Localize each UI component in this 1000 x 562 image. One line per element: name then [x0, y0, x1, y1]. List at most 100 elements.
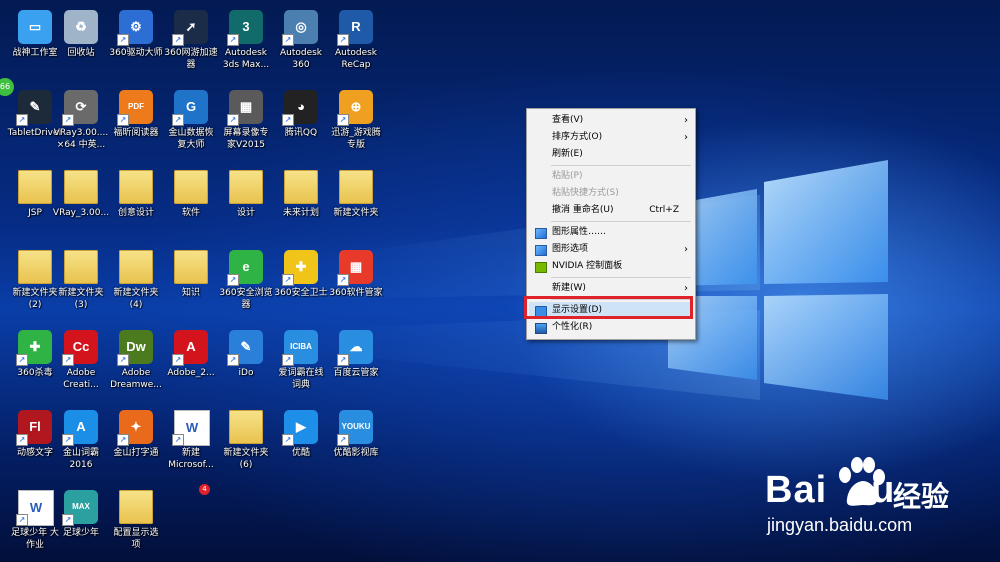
shortcut-arrow-icon: ↗: [117, 354, 129, 366]
folder-icon: [284, 170, 318, 204]
menu-separator: [551, 221, 691, 222]
intel-graphics-icon: [535, 245, 547, 256]
menu-item-label: 查看(V): [552, 115, 584, 125]
shortcut-arrow-icon: ↗: [117, 34, 129, 46]
shortcut-arrow-icon: ↗: [172, 354, 184, 366]
shortcut-arrow-icon: ↗: [62, 434, 74, 446]
nvidia-icon: [535, 262, 547, 273]
menu-item-label: 排序方式(O): [552, 132, 603, 142]
shortcut-arrow-icon: ↗: [227, 274, 239, 286]
recycle-bin-icon: ♻: [64, 10, 98, 44]
shortcut-arrow-icon: ↗: [62, 514, 74, 526]
shortcut-arrow-icon: ↗: [282, 434, 294, 446]
menu-item-paste-shortcut[interactable]: 粘贴快捷方式(S): [529, 185, 693, 202]
shortcut-arrow-icon: ↗: [62, 114, 74, 126]
chevron-right-icon: ›: [684, 244, 688, 255]
watermark-chinese: 经验: [893, 480, 950, 513]
shortcut-arrow-icon: ↗: [227, 354, 239, 366]
watermark-url: jingyan.baidu.com: [767, 515, 913, 535]
shortcut-arrow-icon: ↗: [16, 354, 28, 366]
menu-item-refresh[interactable]: 刷新(E): [529, 146, 693, 163]
desktop-icon[interactable]: 配置显示选 项: [101, 486, 171, 562]
desktop-icon[interactable]: ⊕ ↗ 迅游_游戏腾 专版: [321, 86, 391, 166]
shortcut-arrow-icon: ↗: [337, 274, 349, 286]
shortcut-arrow-icon: ↗: [282, 274, 294, 286]
shortcut-arrow-icon: ↗: [282, 114, 294, 126]
desktop-icon-label: 迅游_游戏腾 专版: [331, 128, 381, 150]
desktop-icon-label: 配置显示选 项: [113, 528, 159, 550]
folder-icon: [174, 170, 208, 204]
folder-icon: [119, 250, 153, 284]
shortcut-arrow-icon: ↗: [172, 34, 184, 46]
folder-icon: [229, 410, 263, 444]
shortcut-arrow-icon: ↗: [117, 114, 129, 126]
menu-item-undo-rename[interactable]: 撤消 重命名(U) Ctrl+Z: [529, 202, 693, 219]
baidu-jingyan-watermark: Bai u 经验 jingyan.baidu.com: [765, 455, 995, 545]
desktop-icon[interactable]: ☁ ↗ 百度云管家: [321, 326, 391, 406]
folder-icon: [64, 170, 98, 204]
chevron-right-icon: ›: [684, 132, 688, 143]
shortcut-arrow-icon: ↗: [227, 34, 239, 46]
desktop-icon[interactable]: R ↗ Autodesk ReCap: [321, 6, 391, 86]
folder-icon: [119, 490, 153, 524]
menu-item-shortcut: Ctrl+Z: [649, 205, 679, 215]
shortcut-arrow-icon: ↗: [62, 354, 74, 366]
shortcut-arrow-icon: ↗: [172, 434, 184, 446]
menu-item-nvidia-control-panel[interactable]: NVIDIA 控制面板: [529, 258, 693, 275]
menu-item-label: 粘贴(P): [552, 171, 583, 181]
shortcut-arrow-icon: ↗: [117, 434, 129, 446]
menu-item-label: 粘贴快捷方式(S): [552, 188, 619, 198]
software-manager-count-badge: 4: [199, 484, 210, 495]
folder-icon: [64, 250, 98, 284]
shortcut-arrow-icon: ↗: [337, 34, 349, 46]
shortcut-arrow-icon: ↗: [16, 114, 28, 126]
menu-item-label: 图形选项: [552, 244, 589, 254]
desktop-icon[interactable]: 新建文件夹: [321, 166, 391, 246]
intel-graphics-icon: [535, 228, 547, 239]
desktop-icon-label: 新建文件夹: [333, 208, 379, 218]
highlight-callout-box: [524, 296, 693, 319]
folder-icon: [339, 170, 373, 204]
icon-glyph: ♻: [75, 19, 87, 34]
menu-item-label: NVIDIA 控制面板: [552, 261, 623, 271]
shortcut-arrow-icon: ↗: [282, 354, 294, 366]
menu-item-label: 图形属性……: [552, 227, 607, 237]
menu-item-label: 刷新(E): [552, 149, 583, 159]
shortcut-arrow-icon: ↗: [16, 434, 28, 446]
menu-item-graphics-properties[interactable]: 图形属性……: [529, 224, 693, 241]
menu-item-paste[interactable]: 粘贴(P): [529, 168, 693, 185]
menu-item-view[interactable]: 查看(V) ›: [529, 112, 693, 129]
menu-item-personalize[interactable]: 个性化(R): [529, 319, 693, 336]
baidu-paw-icon: [839, 457, 885, 506]
personalize-icon: [535, 323, 547, 334]
shortcut-arrow-icon: ↗: [282, 34, 294, 46]
chevron-right-icon: ›: [684, 283, 688, 294]
desktop-icon[interactable]: ▦ ↗ 360软件管家: [321, 246, 391, 326]
desktop-icon-label: 360软件管家: [329, 288, 383, 298]
menu-separator: [551, 165, 691, 166]
desktop-icon-label: Autodesk ReCap: [334, 48, 378, 70]
menu-item-label: 个性化(R): [552, 322, 593, 332]
menu-item-sort-by[interactable]: 排序方式(O) ›: [529, 129, 693, 146]
desktop[interactable]: ▭ 战神工作室 ✎ ↗ TabletDriver JSP 新建文件夹 (2) ✚ ↗ 360杀毒 F…: [0, 0, 1000, 562]
logo-pane-tl: [764, 160, 888, 284]
chevron-right-icon: ›: [684, 115, 688, 126]
shortcut-arrow-icon: ↗: [16, 514, 28, 526]
desktop-icon-label: 优酷影视库: [333, 448, 379, 458]
menu-item-label: 新建(W): [552, 283, 586, 293]
desktop-icon-label: 百度云管家: [333, 368, 379, 378]
menu-item-label: 撤消 重命名(U): [552, 205, 614, 215]
shortcut-arrow-icon: ↗: [337, 354, 349, 366]
shortcut-arrow-icon: ↗: [337, 434, 349, 446]
folder-icon: [229, 170, 263, 204]
folder-icon: [119, 170, 153, 204]
shortcut-arrow-icon: ↗: [172, 114, 184, 126]
shortcut-arrow-icon: ↗: [337, 114, 349, 126]
desktop-icon[interactable]: YOUKU ↗ 优酷影视库: [321, 406, 391, 486]
logo-pane-bl: [764, 294, 888, 400]
shortcut-arrow-icon: ↗: [227, 114, 239, 126]
menu-item-new[interactable]: 新建(W) ›: [529, 280, 693, 297]
menu-separator: [551, 277, 691, 278]
menu-item-graphics-options[interactable]: 图形选项 ›: [529, 241, 693, 258]
folder-icon: [174, 250, 208, 284]
